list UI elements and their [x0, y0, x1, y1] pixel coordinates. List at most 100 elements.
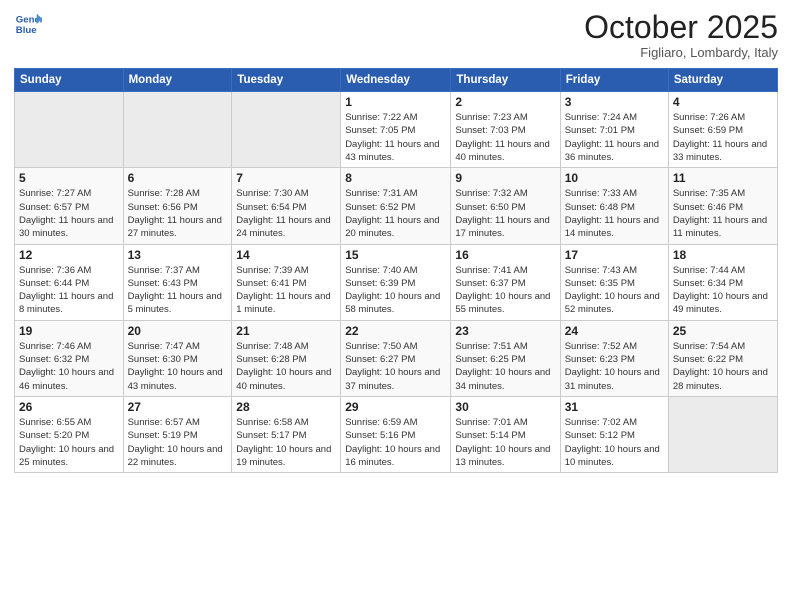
weekday-header-monday: Monday	[123, 69, 232, 92]
calendar-cell: 6 Sunrise: 7:28 AM Sunset: 6:56 PM Daylig…	[123, 168, 232, 244]
header: General Blue October 2025 Figliaro, Lomb…	[14, 10, 778, 60]
day-info: Sunrise: 6:58 AM Sunset: 5:17 PM Dayligh…	[236, 416, 336, 469]
week-row-5: 26 Sunrise: 6:55 AM Sunset: 5:20 PM Dayli…	[15, 396, 778, 472]
day-number: 19	[19, 324, 119, 338]
day-number: 12	[19, 248, 119, 262]
day-number: 1	[345, 95, 446, 109]
day-number: 30	[455, 400, 555, 414]
calendar-cell	[232, 92, 341, 168]
day-number: 16	[455, 248, 555, 262]
logo-icon: General Blue	[14, 10, 42, 38]
day-info: Sunrise: 7:36 AM Sunset: 6:44 PM Dayligh…	[19, 264, 119, 317]
day-info: Sunrise: 7:24 AM Sunset: 7:01 PM Dayligh…	[565, 111, 664, 164]
day-number: 22	[345, 324, 446, 338]
day-number: 18	[673, 248, 773, 262]
day-info: Sunrise: 7:54 AM Sunset: 6:22 PM Dayligh…	[673, 340, 773, 393]
day-info: Sunrise: 7:37 AM Sunset: 6:43 PM Dayligh…	[128, 264, 228, 317]
day-number: 28	[236, 400, 336, 414]
day-info: Sunrise: 7:26 AM Sunset: 6:59 PM Dayligh…	[673, 111, 773, 164]
calendar-cell: 29 Sunrise: 6:59 AM Sunset: 5:16 PM Dayli…	[341, 396, 451, 472]
calendar-cell: 8 Sunrise: 7:31 AM Sunset: 6:52 PM Daylig…	[341, 168, 451, 244]
calendar-cell: 18 Sunrise: 7:44 AM Sunset: 6:34 PM Dayli…	[668, 244, 777, 320]
week-row-2: 5Sunrise: 7:27 AM Sunset: 6:57 PM Daylig…	[15, 168, 778, 244]
calendar-cell: 25 Sunrise: 7:54 AM Sunset: 6:22 PM Dayli…	[668, 320, 777, 396]
day-info: Sunrise: 7:44 AM Sunset: 6:34 PM Dayligh…	[673, 264, 773, 317]
day-info: Sunrise: 7:28 AM Sunset: 6:56 PM Dayligh…	[128, 187, 228, 240]
day-number: 23	[455, 324, 555, 338]
calendar-cell	[15, 92, 124, 168]
calendar-cell: 14 Sunrise: 7:39 AM Sunset: 6:41 PM Dayli…	[232, 244, 341, 320]
day-number: 3	[565, 95, 664, 109]
day-number: 15	[345, 248, 446, 262]
day-info: Sunrise: 7:48 AM Sunset: 6:28 PM Dayligh…	[236, 340, 336, 393]
day-number: 25	[673, 324, 773, 338]
calendar-cell: 11 Sunrise: 7:35 AM Sunset: 6:46 PM Dayli…	[668, 168, 777, 244]
day-number: 6	[128, 171, 228, 185]
title-block: October 2025 Figliaro, Lombardy, Italy	[584, 10, 778, 60]
day-info: Sunrise: 7:32 AM Sunset: 6:50 PM Dayligh…	[455, 187, 555, 240]
weekday-header-sunday: Sunday	[15, 69, 124, 92]
weekday-header-wednesday: Wednesday	[341, 69, 451, 92]
calendar-cell: 28 Sunrise: 6:58 AM Sunset: 5:17 PM Dayli…	[232, 396, 341, 472]
svg-text:Blue: Blue	[16, 25, 37, 36]
calendar-cell: 24Sunrise: 7:52 AM Sunset: 6:23 PM Dayli…	[560, 320, 668, 396]
calendar-cell: 23Sunrise: 7:51 AM Sunset: 6:25 PM Dayli…	[451, 320, 560, 396]
day-info: Sunrise: 7:23 AM Sunset: 7:03 PM Dayligh…	[455, 111, 555, 164]
weekday-header-friday: Friday	[560, 69, 668, 92]
weekday-header-tuesday: Tuesday	[232, 69, 341, 92]
day-number: 4	[673, 95, 773, 109]
day-number: 10	[565, 171, 664, 185]
day-number: 2	[455, 95, 555, 109]
weekday-header-row: SundayMondayTuesdayWednesdayThursdayFrid…	[15, 69, 778, 92]
calendar-cell: 7 Sunrise: 7:30 AM Sunset: 6:54 PM Daylig…	[232, 168, 341, 244]
location: Figliaro, Lombardy, Italy	[584, 45, 778, 60]
week-row-4: 19Sunrise: 7:46 AM Sunset: 6:32 PM Dayli…	[15, 320, 778, 396]
calendar-cell: 2 Sunrise: 7:23 AM Sunset: 7:03 PM Daylig…	[451, 92, 560, 168]
weekday-header-saturday: Saturday	[668, 69, 777, 92]
calendar-cell: 31 Sunrise: 7:02 AM Sunset: 5:12 PM Dayli…	[560, 396, 668, 472]
day-info: Sunrise: 7:01 AM Sunset: 5:14 PM Dayligh…	[455, 416, 555, 469]
day-info: Sunrise: 7:47 AM Sunset: 6:30 PM Dayligh…	[128, 340, 228, 393]
day-number: 14	[236, 248, 336, 262]
day-info: Sunrise: 6:57 AM Sunset: 5:19 PM Dayligh…	[128, 416, 228, 469]
calendar-cell: 20 Sunrise: 7:47 AM Sunset: 6:30 PM Dayli…	[123, 320, 232, 396]
calendar-cell: 15 Sunrise: 7:40 AM Sunset: 6:39 PM Dayli…	[341, 244, 451, 320]
calendar-cell: 9Sunrise: 7:32 AM Sunset: 6:50 PM Daylig…	[451, 168, 560, 244]
day-number: 20	[128, 324, 228, 338]
day-info: Sunrise: 7:35 AM Sunset: 6:46 PM Dayligh…	[673, 187, 773, 240]
calendar-cell: 27 Sunrise: 6:57 AM Sunset: 5:19 PM Dayli…	[123, 396, 232, 472]
day-number: 21	[236, 324, 336, 338]
day-info: Sunrise: 6:59 AM Sunset: 5:16 PM Dayligh…	[345, 416, 446, 469]
day-info: Sunrise: 7:22 AM Sunset: 7:05 PM Dayligh…	[345, 111, 446, 164]
day-info: Sunrise: 7:30 AM Sunset: 6:54 PM Dayligh…	[236, 187, 336, 240]
day-info: Sunrise: 7:50 AM Sunset: 6:27 PM Dayligh…	[345, 340, 446, 393]
day-number: 7	[236, 171, 336, 185]
day-number: 13	[128, 248, 228, 262]
day-info: Sunrise: 7:40 AM Sunset: 6:39 PM Dayligh…	[345, 264, 446, 317]
day-number: 27	[128, 400, 228, 414]
calendar-cell: 13 Sunrise: 7:37 AM Sunset: 6:43 PM Dayli…	[123, 244, 232, 320]
day-info: Sunrise: 6:55 AM Sunset: 5:20 PM Dayligh…	[19, 416, 119, 469]
calendar-cell	[668, 396, 777, 472]
day-number: 29	[345, 400, 446, 414]
day-number: 8	[345, 171, 446, 185]
day-number: 26	[19, 400, 119, 414]
day-info: Sunrise: 7:31 AM Sunset: 6:52 PM Dayligh…	[345, 187, 446, 240]
month-title: October 2025	[584, 10, 778, 45]
calendar-cell: 5Sunrise: 7:27 AM Sunset: 6:57 PM Daylig…	[15, 168, 124, 244]
week-row-1: 1 Sunrise: 7:22 AM Sunset: 7:05 PM Daylig…	[15, 92, 778, 168]
calendar-cell: 30 Sunrise: 7:01 AM Sunset: 5:14 PM Dayli…	[451, 396, 560, 472]
day-number: 31	[565, 400, 664, 414]
day-number: 11	[673, 171, 773, 185]
day-number: 5	[19, 171, 119, 185]
day-info: Sunrise: 7:52 AM Sunset: 6:23 PM Dayligh…	[565, 340, 664, 393]
calendar-cell: 4 Sunrise: 7:26 AM Sunset: 6:59 PM Daylig…	[668, 92, 777, 168]
day-info: Sunrise: 7:39 AM Sunset: 6:41 PM Dayligh…	[236, 264, 336, 317]
day-info: Sunrise: 7:43 AM Sunset: 6:35 PM Dayligh…	[565, 264, 664, 317]
calendar-cell: 21 Sunrise: 7:48 AM Sunset: 6:28 PM Dayli…	[232, 320, 341, 396]
calendar-cell: 3 Sunrise: 7:24 AM Sunset: 7:01 PM Daylig…	[560, 92, 668, 168]
day-info: Sunrise: 7:02 AM Sunset: 5:12 PM Dayligh…	[565, 416, 664, 469]
calendar-cell: 26 Sunrise: 6:55 AM Sunset: 5:20 PM Dayli…	[15, 396, 124, 472]
calendar-cell: 19Sunrise: 7:46 AM Sunset: 6:32 PM Dayli…	[15, 320, 124, 396]
calendar-cell: 1 Sunrise: 7:22 AM Sunset: 7:05 PM Daylig…	[341, 92, 451, 168]
